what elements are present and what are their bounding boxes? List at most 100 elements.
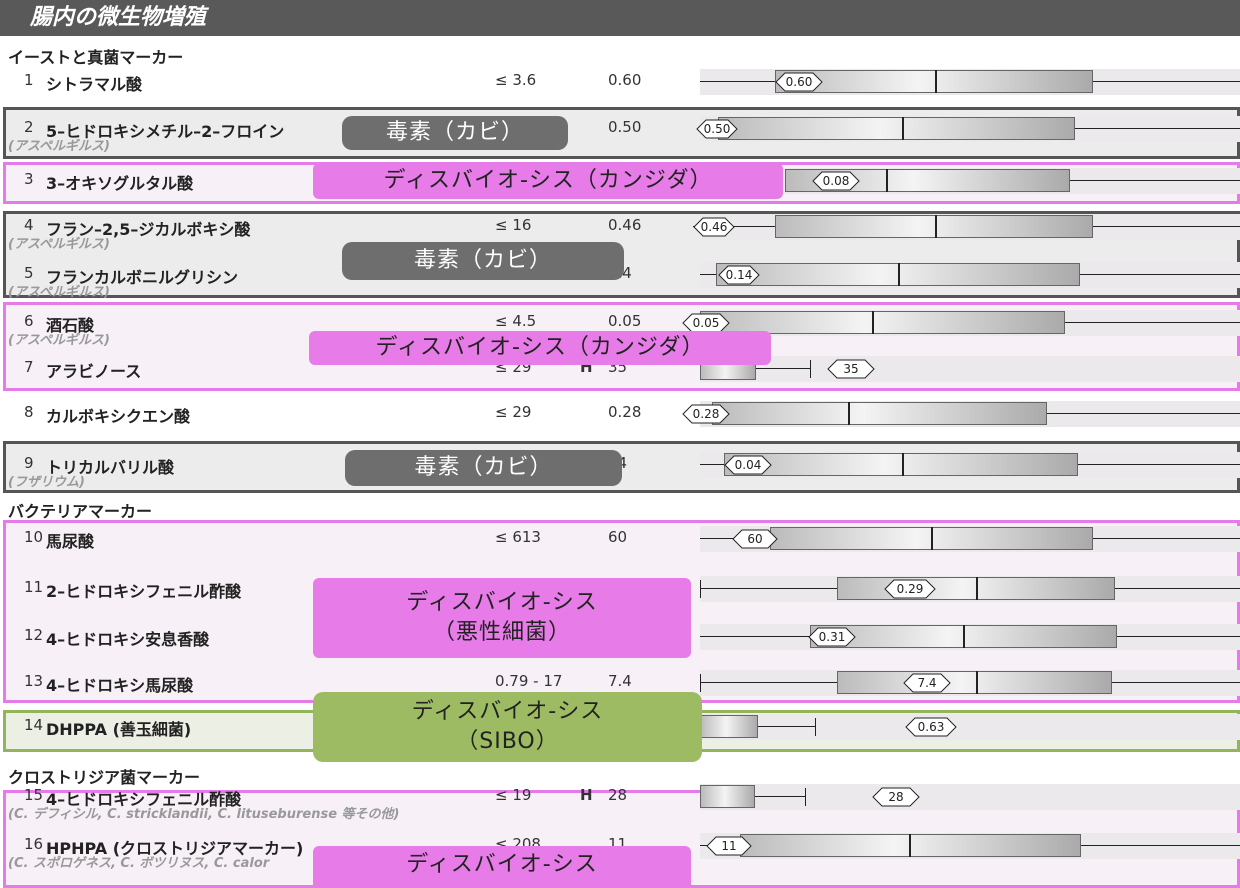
marker-name: DHPPA (善玉細菌) [46, 720, 192, 739]
marker-organism: (アスペルギルス) [8, 139, 110, 154]
result-marker-icon: 0.60 [775, 72, 823, 92]
range-track [700, 356, 1240, 382]
label-mold-2: 毒素（カビ） [342, 242, 624, 280]
label-clostridia: ディスバイオ-シス [313, 846, 691, 888]
result-marker-icon: 0.50 [696, 119, 738, 139]
reference-range: ≤ 19 [495, 786, 532, 804]
marker-organism: (C. デフィシル, C. stricklandii, C. litusebur… [8, 807, 400, 822]
median-line [848, 402, 850, 425]
result-value: 0.60 [608, 71, 642, 89]
reference-range: ≤ 29 [495, 403, 532, 421]
label-sibo: ディスバイオ-シス （SIBO） [313, 692, 702, 762]
label-candida-2: ディスバイオ-シス（カンジダ） [309, 331, 771, 365]
range-box [712, 402, 1047, 425]
result-marker-icon: 0.63 [905, 717, 957, 737]
reference-range: ≤ 16 [495, 216, 532, 234]
row-number: 6 [24, 312, 34, 330]
marker-organism: (アスペルギルス) [8, 285, 110, 300]
row-number: 4 [24, 216, 34, 234]
row-number: 8 [24, 403, 34, 421]
row-number: 12 [24, 626, 44, 644]
row-number: 13 [24, 672, 44, 690]
median-line [931, 527, 933, 550]
result-marker-icon: 0.05 [682, 313, 730, 333]
median-line [902, 117, 904, 140]
result-value: 0.50 [608, 118, 642, 136]
marker-organism: (アスペルギルス) [8, 333, 110, 348]
median-line [898, 263, 900, 286]
result-marker-icon: 60 [732, 529, 778, 549]
result-marker-icon: 7.4 [903, 673, 951, 693]
reference-range: ≤ 3.6 [495, 71, 537, 89]
range-box [724, 453, 1078, 476]
median-line [963, 625, 965, 648]
marker-name: 4–ヒドロキシ安息香酸 [46, 630, 210, 649]
row-number: 1 [24, 71, 34, 89]
label-mold-3: 毒素（カビ） [345, 450, 622, 486]
median-line [976, 577, 978, 600]
result-value: 0.46 [608, 216, 642, 234]
result-marker-icon: 0.29 [884, 579, 936, 599]
reference-range: 0.79 - 17 [495, 672, 563, 690]
marker-organism: (C. スポロゲネス, C. ボツリヌス, C. calor [8, 856, 270, 871]
median-line [909, 834, 911, 857]
median-line [872, 311, 874, 334]
row-number: 11 [24, 578, 44, 596]
table-row: 8 カルボキシクエン酸 ≤ 29 0.28 0.28 [0, 395, 1240, 437]
result-marker-icon: 0.14 [718, 265, 760, 285]
result-value: 60 [608, 528, 628, 546]
label-clostridia-line1: ディスバイオ-シス [406, 852, 598, 877]
median-line [935, 70, 937, 93]
row-number: 15 [24, 786, 44, 804]
label-candida-1: ディスバイオ-シス（カンジダ） [313, 163, 783, 199]
section-bacteria: バクテリアマーカー [8, 502, 153, 521]
reference-range: ≤ 613 [495, 528, 541, 546]
row-number: 10 [24, 528, 44, 546]
result-value: 0.05 [608, 312, 642, 330]
row-number: 16 [24, 835, 44, 853]
label-sibo-line2: （SIBO） [456, 729, 559, 754]
result-marker-icon: 0.08 [812, 171, 860, 191]
section-title: 腸内の微生物増殖 [30, 5, 207, 30]
marker-name: シトラマル酸 [46, 75, 143, 94]
marker-name: カルボキシクエン酸 [46, 407, 191, 426]
table-row: 1 シトラマル酸 ≤ 3.6 0.60 0.60 [0, 63, 1240, 105]
whisker-cap [810, 360, 811, 378]
result-marker-icon: 28 [872, 787, 920, 807]
row-number: 9 [24, 454, 34, 472]
table-row: 2 5–ヒドロキシメチル–2–フロイン (アスペルギルス) 0.50 0.50 [0, 110, 1240, 154]
section-header: 腸内の微生物増殖 [0, 0, 1240, 36]
label-bad-bacteria-line1: ディスバイオ-シス [406, 590, 598, 615]
result-value: 7.4 [608, 672, 632, 690]
result-marker-icon: 11 [706, 836, 752, 856]
result-value: 0.28 [608, 403, 642, 421]
marker-name: 馬尿酸 [46, 532, 95, 551]
range-track [700, 784, 1240, 810]
result-marker-icon: 0.46 [693, 217, 735, 237]
whisker-cap [815, 718, 816, 736]
row-number: 7 [24, 358, 34, 376]
label-sibo-line1: ディスバイオ-シス [411, 699, 604, 724]
result-marker-icon: 0.04 [724, 455, 772, 475]
row-number: 5 [24, 264, 34, 282]
result-marker-icon: 35 [827, 359, 875, 379]
label-mold-1: 毒素（カビ） [342, 116, 568, 150]
marker-organism: (フザリウム) [8, 475, 85, 490]
row-number: 3 [24, 170, 34, 188]
range-track [700, 714, 1240, 740]
range-box [775, 215, 1093, 238]
high-flag: H [580, 786, 593, 804]
whisker-cap [700, 674, 701, 692]
median-line [976, 671, 978, 694]
label-bad-bacteria: ディスバイオ-シス （悪性細菌） [313, 578, 691, 658]
median-line [935, 215, 937, 238]
label-bad-bacteria-line2: （悪性細菌） [432, 620, 571, 645]
median-line [886, 169, 888, 192]
reference-range: ≤ 4.5 [495, 312, 537, 330]
result-marker-icon: 0.28 [682, 404, 730, 424]
result-value: 28 [608, 786, 628, 804]
marker-name: アラビノース [46, 362, 142, 381]
table-row: 10 馬尿酸 ≤ 613 60 60 [0, 520, 1240, 562]
range-box [700, 785, 755, 808]
whisker-cap [700, 580, 701, 598]
